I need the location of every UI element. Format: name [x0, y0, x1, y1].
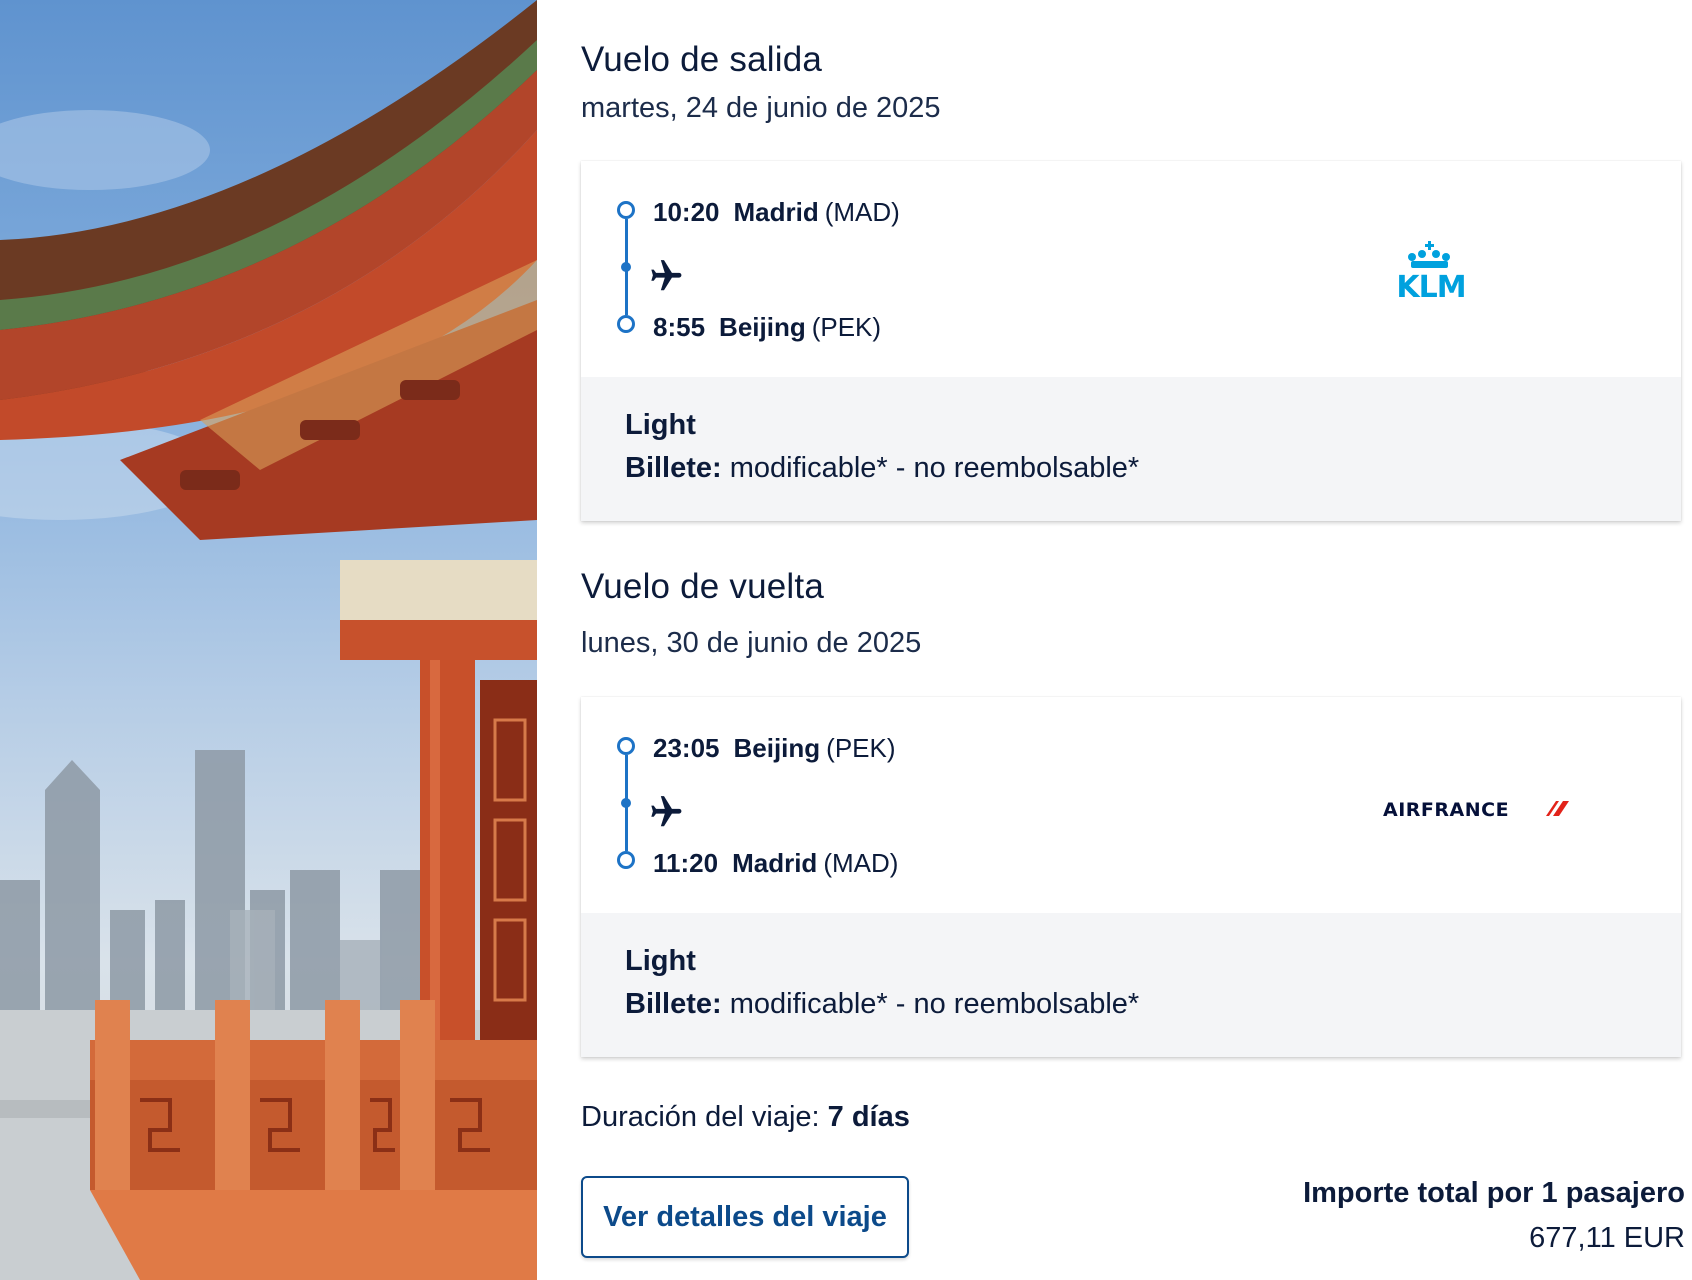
trip-duration: Duración del viaje: 7 días: [581, 1101, 910, 1134]
return-fare-name: Light: [625, 945, 696, 977]
return-date: lunes, 30 de junio de 2025: [581, 627, 922, 659]
trip-duration-value: 7 días: [827, 1101, 910, 1133]
outbound-itinerary: 10:20 Madrid (MAD) 8:55 Beijing (PEK) KLM: [581, 161, 1681, 377]
return-departure: 23:05 Beijing (PEK): [653, 733, 896, 764]
timeline-origin-icon: [617, 201, 635, 219]
pagoda-illustration: [0, 0, 537, 1280]
plane-icon: [651, 796, 682, 827]
return-title: Vuelo de vuelta: [581, 567, 824, 606]
departure-time: 23:05: [653, 733, 720, 763]
departure-code: (MAD): [824, 197, 900, 227]
return-fare: Light Billete: modificable* - no reembol…: [581, 913, 1681, 1057]
timeline-stop-icon: [621, 262, 631, 272]
arrival-time: 11:20: [653, 848, 719, 878]
departure-city: Beijing: [733, 733, 821, 763]
timeline-stop-icon: [621, 798, 631, 808]
outbound-title: Vuelo de salida: [581, 40, 823, 79]
airfrance-logo-text: AIRFRANCE: [1383, 799, 1509, 820]
destination-hero-image: [0, 0, 537, 1280]
return-itinerary: 23:05 Beijing (PEK) 11:20 Madrid (MAD) AIRFR…: [581, 697, 1681, 913]
plane-icon: [651, 260, 682, 291]
timeline-destination-icon: [617, 315, 635, 333]
departure-city: Madrid: [733, 197, 819, 227]
trip-summary: Vuelo de salida martes, 24 de junio de 2…: [537, 0, 1692, 1280]
arrival-code: (PEK): [811, 312, 882, 342]
outbound-fare: Light Billete: modificable* - no reembol…: [581, 377, 1681, 521]
timeline-destination-icon: [617, 851, 635, 869]
outbound-departure: 10:20 Madrid (MAD): [653, 197, 900, 228]
outbound-date: martes, 24 de junio de 2025: [581, 92, 941, 124]
arrival-code: (MAD): [823, 848, 899, 878]
total-price: 677,11 EUR: [1529, 1222, 1685, 1254]
outbound-flight-card: 10:20 Madrid (MAD) 8:55 Beijing (PEK) KLM L: [581, 161, 1681, 521]
arrival-time: 8:55: [653, 312, 706, 342]
departure-time: 10:20: [653, 197, 720, 227]
total-price-label: Importe total por 1 pasajero: [1303, 1177, 1685, 1209]
klm-logo-text: KLM: [1396, 270, 1465, 301]
airfrance-logo: AIRFRANCE: [1383, 799, 1569, 820]
outbound-fare-name: Light: [625, 409, 696, 441]
outbound-arrival: 8:55 Beijing (PEK): [653, 312, 881, 343]
trip-duration-label: Duración del viaje:: [581, 1101, 820, 1133]
return-timeline: [614, 737, 638, 869]
arrival-city: Beijing: [719, 312, 806, 342]
return-ticket-conditions: Billete: modificable* - no reembolsable*: [625, 988, 1140, 1020]
outbound-timeline: [614, 201, 638, 333]
return-arrival: 11:20 Madrid (MAD): [653, 848, 898, 879]
departure-code: (PEK): [826, 733, 896, 763]
arrival-city: Madrid: [732, 848, 818, 878]
return-flight-card: 23:05 Beijing (PEK) 11:20 Madrid (MAD) AIRFR…: [581, 697, 1681, 1057]
klm-logo: KLM: [1396, 241, 1467, 301]
outbound-ticket-conditions: Billete: modificable* - no reembolsable*: [625, 452, 1140, 484]
trip-details-button[interactable]: Ver detalles del viaje: [581, 1176, 909, 1258]
timeline-origin-icon: [617, 737, 635, 755]
